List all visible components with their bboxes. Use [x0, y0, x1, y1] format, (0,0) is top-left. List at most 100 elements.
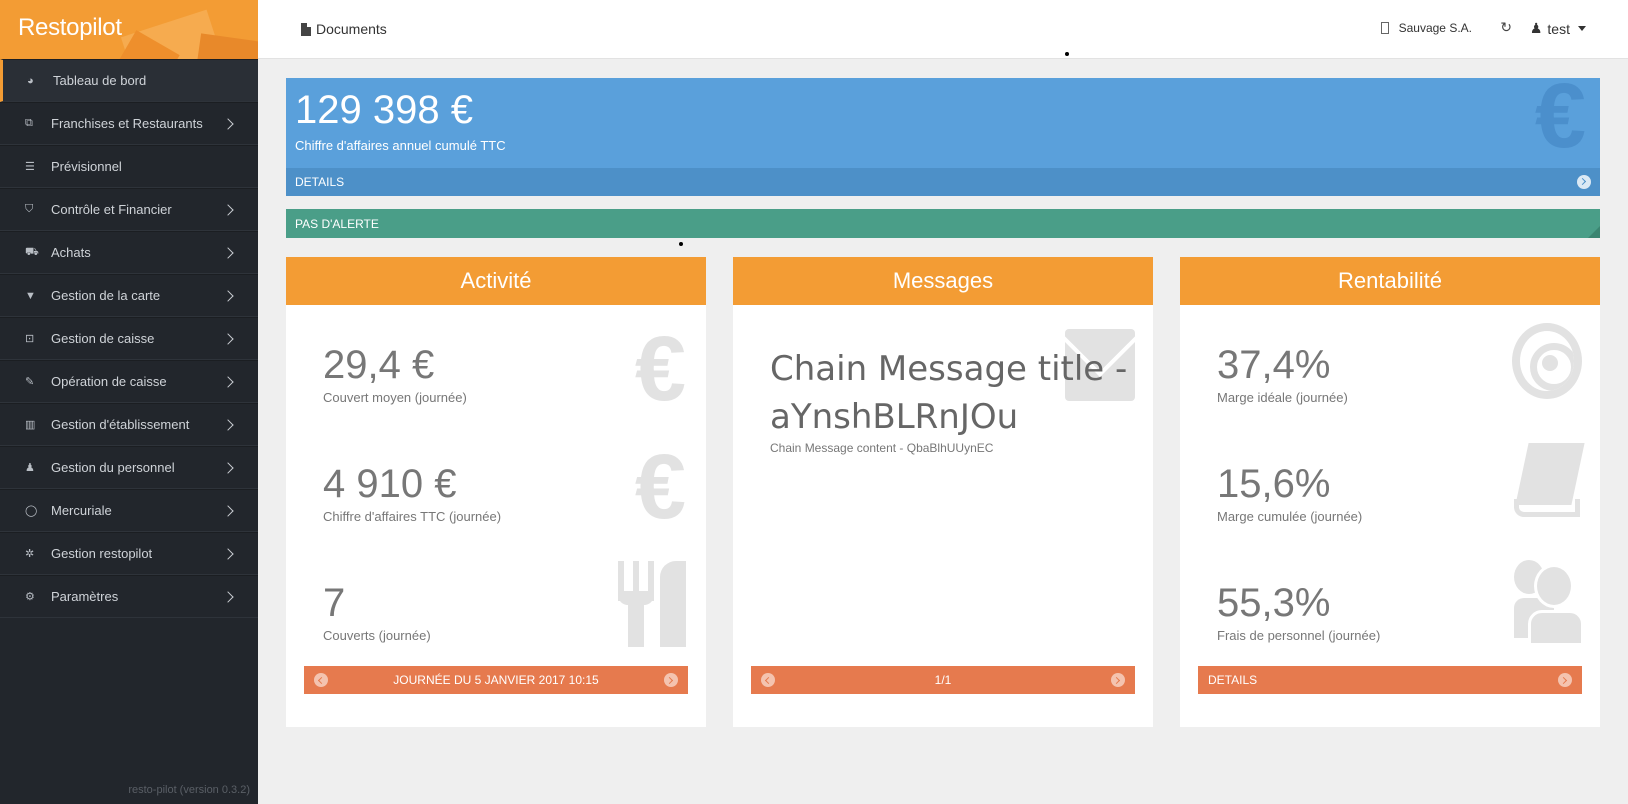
sidebar-item-label: Tableau de bord: [53, 73, 147, 88]
euro-icon: €: [1534, 78, 1586, 167]
chevron-right-icon: [222, 418, 234, 431]
list-icon: ☰: [25, 161, 35, 173]
chevron-right-icon: [222, 590, 234, 603]
user-icon: ♟: [1529, 20, 1543, 36]
chevron-right-icon: [222, 332, 234, 345]
cart-icon: ⛟: [25, 245, 39, 258]
company-name: Sauvage S.A.: [1398, 21, 1472, 35]
stat-marge-ideale: 37,4% Marge idéale (journée): [1217, 343, 1348, 405]
sidebar-item-3[interactable]: ☰ Prévisionnel: [0, 145, 258, 188]
company-selector[interactable]: Sauvage S.A.: [1380, 21, 1472, 35]
user-name: test: [1547, 20, 1570, 37]
stat-label: Chiffre d'affaires TTC (journée): [323, 509, 502, 524]
sidebar-item-1[interactable]: ◕ Tableau de bord: [0, 59, 258, 102]
stat-couverts: 7 Couverts (journée): [323, 581, 431, 643]
stat-chiffre-affaires: 4 910 € Chiffre d'affaires TTC (journée): [323, 462, 501, 524]
brand-header[interactable]: Restopilot: [0, 0, 258, 59]
documents-link[interactable]: Documents: [301, 21, 387, 37]
shield-icon: ⛉: [25, 203, 34, 215]
sidebar-item-8[interactable]: ✎ Opération de caisse: [0, 360, 258, 403]
stat-label: Frais de personnel (journée): [1217, 628, 1381, 643]
stat-value: 4 910 €: [323, 462, 457, 506]
sidebar-item-label: Contrôle et Financier: [51, 202, 172, 217]
arrow-circle-right-icon[interactable]: [1111, 673, 1125, 687]
sidebar-item-4[interactable]: ⛉ Contrôle et Financier: [0, 188, 258, 231]
sidebar-item-13[interactable]: ⚙ Paramètres: [0, 575, 258, 618]
stat-value: 55,3%: [1217, 581, 1331, 625]
sidebar-item-label: Gestion de caisse: [51, 331, 155, 346]
stat-value: 7: [323, 581, 346, 625]
building-icon: ▥: [25, 419, 36, 431]
panel-title: Rentabilité: [1180, 257, 1600, 305]
rentabilite-details-button[interactable]: DETAILS: [1198, 666, 1582, 694]
building-icon: [1380, 22, 1389, 34]
user-tie-icon: ♟: [25, 462, 35, 474]
chevron-right-icon: [222, 547, 234, 560]
revenue-details-button[interactable]: DETAILS: [286, 168, 1600, 196]
revenue-details-label: DETAILS: [295, 175, 345, 189]
arrow-circle-right-icon[interactable]: [664, 673, 678, 687]
sidebar-item-label: Franchises et Restaurants: [51, 116, 203, 131]
revenue-label: Chiffre d'affaires annuel cumulé TTC: [295, 138, 506, 153]
rentabilite-details-label: DETAILS: [1208, 673, 1258, 687]
sidebar-item-label: Gestion du personnel: [51, 460, 175, 475]
sidebar-nav: ◕ Tableau de bord ⧉ Franchises et Restauran…: [0, 59, 258, 618]
activite-footer: JOURNÉE DU 5 JANVIER 2017 10:15: [304, 666, 688, 694]
panel-activite: Activité 29,4 € Couvert moyen (journée) …: [286, 257, 706, 727]
brand-logo-text[interactable]: Restopilot: [18, 14, 122, 42]
message-title: Chain Message title - aYnshBLRnJOu: [770, 349, 1128, 437]
target-icon: [1512, 323, 1582, 399]
sidebar-item-label: Opération de caisse: [51, 374, 167, 389]
sidebar-item-11[interactable]: ◯ Mercuriale: [0, 489, 258, 532]
stat-label: Couverts (journée): [323, 628, 431, 643]
book-icon: [1514, 443, 1585, 519]
edit-icon: ✎: [25, 376, 35, 388]
users-icon: [1514, 560, 1584, 646]
sidebar-item-12[interactable]: ✲ Gestion restopilot: [0, 532, 258, 575]
stat-couvert-moyen: 29,4 € Couvert moyen (journée): [323, 343, 467, 405]
sidebar-item-label: Mercuriale: [51, 503, 112, 518]
messages-pager: 1/1: [934, 673, 952, 687]
gears-icon: ⚙: [25, 591, 35, 603]
arrow-circle-right-icon: [1577, 175, 1591, 189]
comment-icon: ◯: [25, 505, 38, 517]
sidebar-item-6[interactable]: ▼ Gestion de la carte: [0, 274, 258, 317]
sidebar-item-10[interactable]: ♟ Gestion du personnel: [0, 446, 258, 489]
sidebar-item-7[interactable]: ⊡ Gestion de caisse: [0, 317, 258, 360]
cursor-dot: [1065, 52, 1069, 56]
brand-decoration: [195, 33, 258, 59]
glass-icon: ▼: [25, 289, 36, 302]
messages-footer: 1/1: [751, 666, 1135, 694]
chevron-right-icon: [222, 117, 234, 130]
sidebar-item-label: Achats: [51, 245, 91, 260]
panel-title: Messages: [733, 257, 1153, 305]
money-icon: ⊡: [25, 333, 35, 345]
message-content: Chain Message content - QbaBlhUUynEC: [770, 441, 994, 455]
sidebar-item-label: Gestion de la carte: [51, 288, 161, 303]
chevron-right-icon: [222, 504, 234, 517]
sidebar-item-label: Gestion restopilot: [51, 546, 153, 561]
stat-frais-personnel: 55,3% Frais de personnel (journée): [1217, 581, 1380, 643]
version-label: resto-pilot (version 0.3.2): [128, 784, 250, 796]
activite-date-label: JOURNÉE DU 5 JANVIER 2017 10:15: [393, 673, 599, 687]
chevron-right-icon: [222, 203, 234, 216]
euro-icon: €: [634, 436, 686, 538]
stat-value: 29,4 €: [323, 343, 435, 387]
chevron-right-icon: [222, 461, 234, 474]
chevron-right-icon: [222, 289, 234, 302]
sidebar-item-5[interactable]: ⛟ Achats: [0, 231, 258, 274]
arrow-circle-left-icon[interactable]: [314, 673, 328, 687]
arrow-circle-left-icon[interactable]: [761, 673, 775, 687]
sidebar-item-9[interactable]: ▥ Gestion d'établissement: [0, 403, 258, 446]
refresh-icon[interactable]: ↻: [1500, 19, 1512, 36]
sidebar-item-label: Prévisionnel: [51, 159, 122, 174]
panel-messages: Messages Chain Message title - aYnshBLRn…: [733, 257, 1153, 727]
file-icon: [301, 22, 311, 36]
alert-label: PAS D'ALERTE: [295, 216, 379, 231]
top-bar: Documents Sauvage S.A. ↻ ♟ test: [258, 0, 1628, 59]
sidebar-item-2[interactable]: ⧉ Franchises et Restaurants: [0, 102, 258, 145]
sidebar: Restopilot ◕ Tableau de bord ⧉ Franchises e…: [0, 0, 258, 804]
stat-label: Marge cumulée (journée): [1217, 509, 1363, 524]
arrow-circle-right-icon: [1558, 673, 1572, 687]
user-menu[interactable]: ♟ test: [1530, 20, 1586, 37]
